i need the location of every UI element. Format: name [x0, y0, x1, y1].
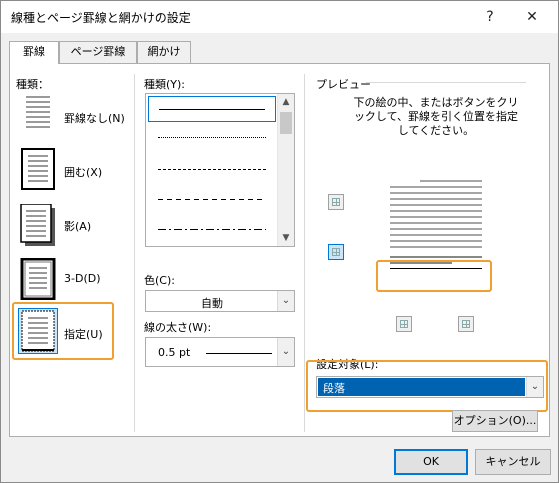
- 3d-border-icon[interactable]: [20, 257, 56, 301]
- scroll-thumb[interactable]: [280, 112, 292, 134]
- chevron-down-icon[interactable]: ⌄: [277, 338, 294, 366]
- line-style-dashed[interactable]: [158, 199, 266, 200]
- line-style-list[interactable]: ▲ ▼: [145, 93, 295, 247]
- tab-shading[interactable]: 網かけ: [137, 41, 191, 63]
- setting-heading: 種類：: [16, 78, 49, 91]
- preview-border-highlight: [376, 260, 492, 292]
- setting-none-label[interactable]: 罫線なし(N): [64, 110, 125, 126]
- apply-to-selection: [318, 378, 525, 396]
- column-separator-2: [304, 74, 305, 432]
- options-button[interactable]: オプション(O)...: [452, 410, 538, 432]
- box-border-icon[interactable]: [20, 148, 56, 190]
- line-style-dashed-short[interactable]: [158, 169, 266, 170]
- title-bar: 線種とページ罫線と網かけの設定 ? ✕: [1, 1, 558, 33]
- dialog-title: 線種とページ罫線と網かけの設定: [11, 11, 191, 25]
- line-style-dash-dot[interactable]: [158, 229, 266, 230]
- style-heading: 種類(Y):: [144, 78, 186, 91]
- line-style-dotted[interactable]: [158, 137, 266, 138]
- setting-3d-label[interactable]: 3-D(D): [64, 272, 101, 285]
- right-border-button[interactable]: [458, 316, 474, 332]
- borders-and-shading-dialog: 線種とページ罫線と網かけの設定 ? ✕ 罫線 ページ罫線 網かけ 種類： 罫線な…: [0, 0, 559, 483]
- line-width-dropdown[interactable]: 0.5 pt ⌄: [145, 337, 295, 367]
- close-icon[interactable]: ✕: [515, 4, 549, 30]
- top-border-button[interactable]: [328, 194, 344, 210]
- cancel-button[interactable]: キャンセル: [475, 449, 551, 475]
- column-separator-1: [134, 74, 135, 432]
- color-dropdown[interactable]: 自動 ⌄: [145, 290, 295, 312]
- preview-heading-rule: [366, 82, 526, 83]
- custom-border-icon[interactable]: [20, 310, 56, 352]
- chevron-down-icon[interactable]: ⌄: [526, 377, 543, 397]
- borders-tab-panel: 種類： 罫線なし(N) 囲む(X) 影(A) 3-D(D) 指定(U) 種類(Y…: [9, 63, 550, 437]
- line-style-scrollbar[interactable]: ▲ ▼: [277, 94, 294, 246]
- chevron-down-icon[interactable]: ⌄: [277, 291, 294, 311]
- ok-button[interactable]: OK: [394, 449, 468, 475]
- apply-to-dropdown[interactable]: 段落 ⌄: [316, 376, 544, 398]
- setting-box-label[interactable]: 囲む(X): [64, 164, 102, 180]
- color-value: 自動: [201, 297, 223, 310]
- line-style-item-selected[interactable]: [148, 96, 276, 122]
- preview-heading: プレビュー: [316, 78, 371, 91]
- setting-custom-label[interactable]: 指定(U): [64, 326, 103, 342]
- tab-page-border[interactable]: ページ罫線: [59, 41, 137, 63]
- shadow-border-icon[interactable]: [20, 203, 56, 246]
- width-sample-line: [206, 353, 272, 354]
- width-value: 0.5 pt: [158, 346, 191, 359]
- color-label: 色(C):: [144, 274, 175, 287]
- bottom-border-button[interactable]: [328, 244, 344, 260]
- apply-to-value: 段落: [323, 382, 345, 395]
- tab-borders[interactable]: 罫線: [9, 41, 59, 64]
- help-icon[interactable]: ?: [473, 4, 507, 30]
- no-border-icon[interactable]: [20, 92, 56, 134]
- preview-instruction: 下の絵の中、またはボタンをクリックして、罫線を引く位置を指定してください。: [353, 96, 519, 137]
- scroll-up-icon[interactable]: ▲: [278, 94, 294, 110]
- setting-shadow-label[interactable]: 影(A): [64, 218, 91, 234]
- width-label: 線の太さ(W):: [144, 321, 212, 334]
- left-border-button[interactable]: [396, 316, 412, 332]
- scroll-down-icon[interactable]: ▼: [278, 230, 294, 246]
